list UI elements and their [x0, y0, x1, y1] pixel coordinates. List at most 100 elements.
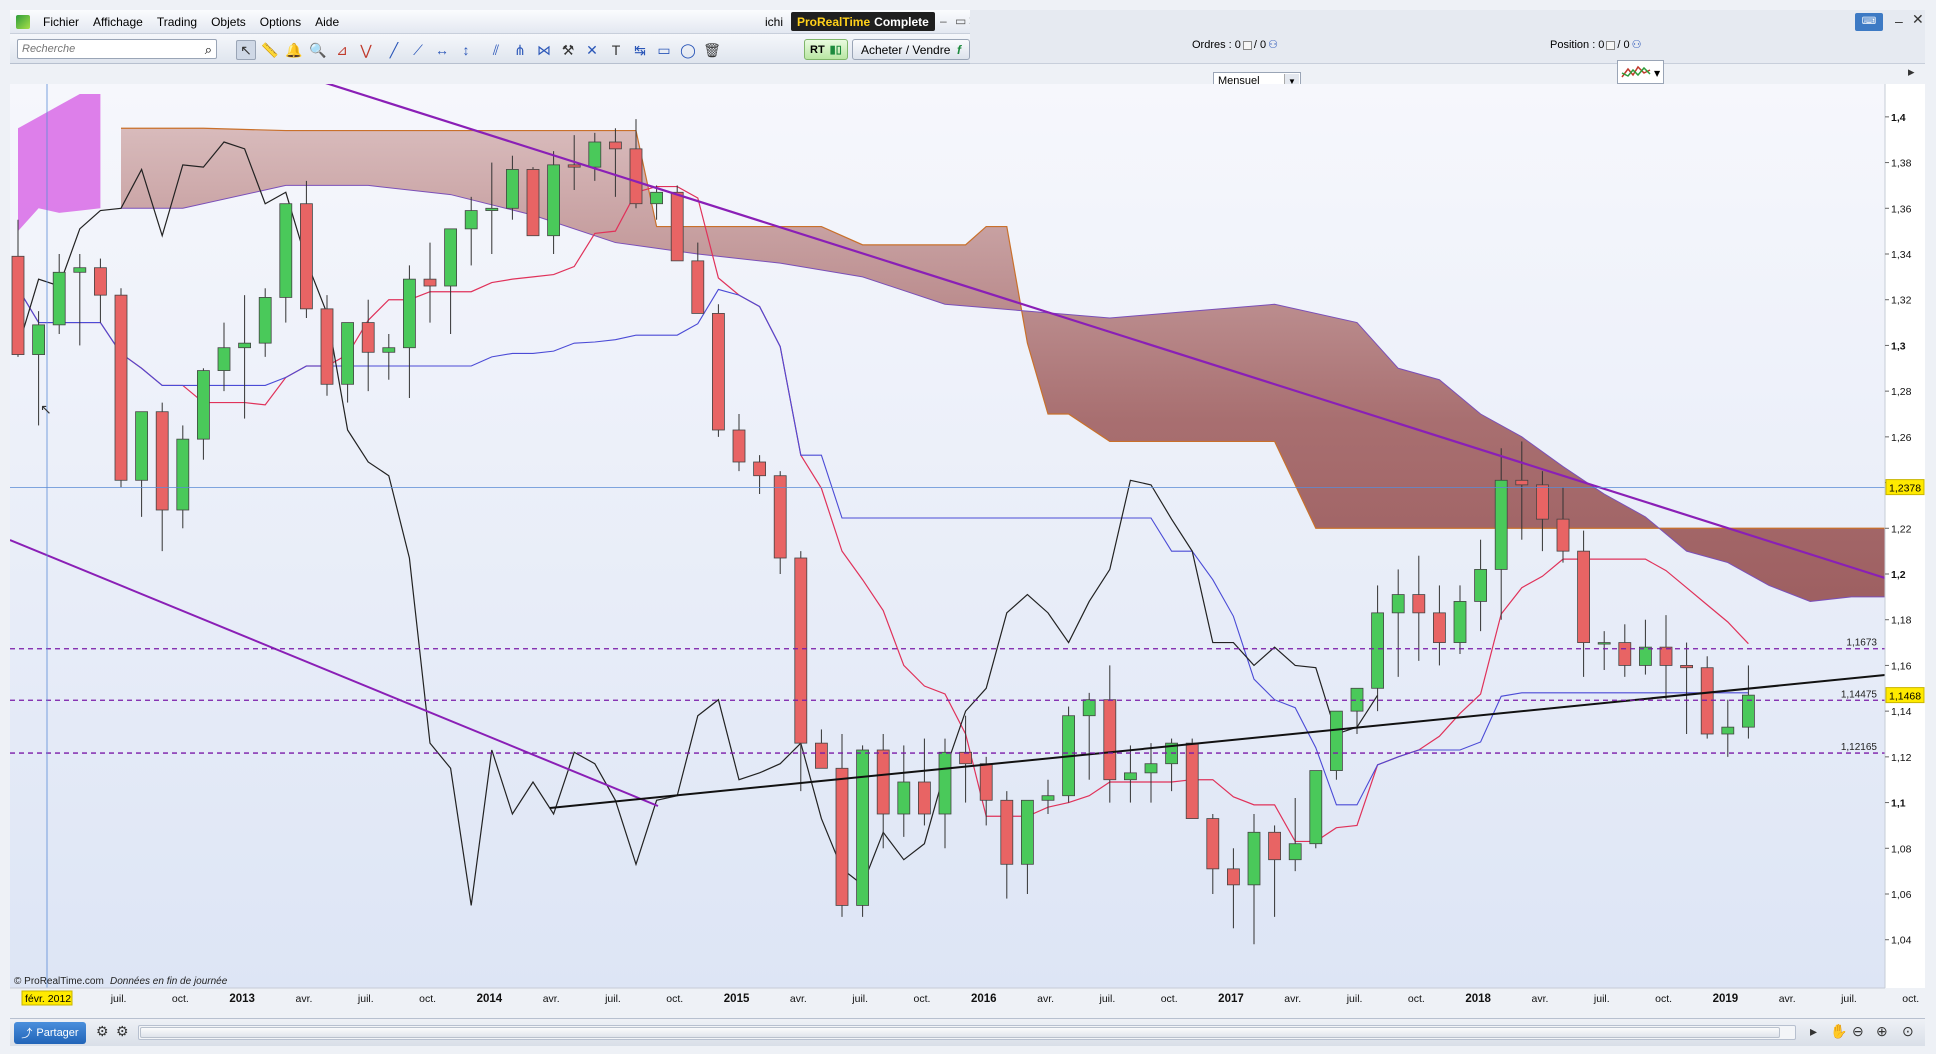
price-tick-label: 1,1 [1891, 798, 1906, 810]
arrows-icon[interactable]: ↹ [630, 40, 650, 60]
vertical-line-icon[interactable]: ↕ [456, 40, 476, 60]
candle-body [1391, 594, 1405, 614]
time-tick-label: oct. [1902, 993, 1919, 1005]
candle-body [299, 203, 313, 310]
restore-icon[interactable]: ▭ [955, 14, 966, 28]
candle-body [94, 267, 107, 296]
candle-body [959, 751, 972, 765]
menu-fichier[interactable]: Fichier [36, 15, 86, 29]
share-icon: ⤴ [21, 1028, 33, 1040]
menu-objets[interactable]: Objets [204, 15, 253, 29]
candle-body [567, 164, 581, 168]
search-box: ⌕ [17, 39, 217, 59]
candle-body [1680, 665, 1693, 669]
cross-lines-icon[interactable]: ✕ [582, 40, 602, 60]
share-button[interactable]: ⤴ Partager [14, 1022, 86, 1044]
position-label: Position : 0 [1550, 39, 1605, 51]
window-close-icon[interactable]: ✕ [1912, 11, 1924, 28]
candle-body [588, 141, 602, 168]
alert-bell-icon[interactable]: 🔔 [284, 40, 304, 60]
price-tick-label: 1,26 [1891, 432, 1912, 444]
candle-body [1412, 594, 1426, 614]
candle-body [1515, 479, 1529, 486]
menu-affichage[interactable]: Affichage [86, 15, 150, 29]
buy-sell-button[interactable]: Acheter / Vendre f [852, 39, 970, 60]
realtime-button[interactable]: RT ▮▯ [804, 39, 848, 60]
candle-body [1577, 550, 1590, 643]
chart-type-button[interactable]: ▼ [1617, 60, 1664, 84]
rectangle-icon[interactable]: ▭ [654, 40, 674, 60]
text-tool-icon[interactable]: T [606, 40, 626, 60]
candle-body [505, 169, 519, 209]
scroll-right-icon[interactable]: ▸ [1810, 1023, 1817, 1040]
time-tick-label: avr. [296, 993, 313, 1005]
candle-body [402, 278, 416, 349]
candle-body [258, 297, 272, 344]
window-minimize-icon[interactable]: – [1895, 13, 1903, 29]
scrollbar-thumb[interactable] [140, 1027, 1780, 1038]
cursor-date-label: févr. 2012 [25, 993, 71, 1005]
channel-icon[interactable]: ⫽ [486, 40, 506, 60]
ellipse-icon[interactable]: ◯ [678, 40, 698, 60]
realtime-chart-icon: ▮▯ [829, 44, 842, 56]
minimize-icon[interactable]: – [940, 14, 947, 28]
candle-body [773, 475, 787, 559]
candle-body [1185, 742, 1199, 819]
svg-text:▼: ▼ [1654, 69, 1661, 78]
hand-icon[interactable]: ✋ [1830, 1023, 1847, 1040]
orders-label: Ordres : 0 [1192, 39, 1241, 51]
time-tick-label: avr. [1532, 993, 1549, 1005]
candle-body [1288, 843, 1302, 861]
menu-trading[interactable]: Trading [150, 15, 204, 29]
price-tick-label: 1,04 [1891, 935, 1912, 947]
zoom-tool-icon[interactable]: 🔍 [308, 40, 328, 60]
chart-area[interactable]: 1,1673 1,14475 1,12165 ↖ 1,04 1,06 1,08 1,1 1,1… [10, 84, 1925, 1028]
zoom-in-icon[interactable]: ⊕ [1876, 1023, 1888, 1040]
chart-type-icon: ▼ [1621, 65, 1661, 78]
fibonacci-icon[interactable]: ⋁ [356, 40, 376, 60]
candle-body [1206, 818, 1220, 870]
gann-icon[interactable]: ⋈ [534, 40, 554, 60]
trendline-icon[interactable]: ╱ [384, 40, 404, 60]
candle-body [382, 347, 396, 353]
candle-body [485, 207, 499, 211]
time-tick-label: avr. [790, 993, 807, 1005]
candle-body [629, 148, 643, 205]
candle-body [856, 749, 869, 906]
candle-body [876, 749, 890, 815]
candle-body [1000, 799, 1014, 865]
price-chart[interactable]: 1,1673 1,14475 1,12165 ↖ 1,04 1,06 1,08 1,1 1,1… [10, 84, 1925, 1018]
settings-icon[interactable]: ⚙ [116, 1023, 129, 1040]
hammer-icon[interactable]: ⚒ [558, 40, 578, 60]
time-tick-label: juil. [851, 993, 868, 1005]
sync-icon[interactable]: ⚙ [96, 1023, 109, 1040]
menu-options[interactable]: Options [253, 15, 308, 29]
side-panel-toggle-icon[interactable]: ▸ [1908, 64, 1922, 86]
horizontal-line-icon[interactable]: ↔ [432, 40, 452, 60]
candle-body [732, 429, 746, 463]
zoom-fit-icon[interactable]: ⊙ [1902, 1023, 1914, 1040]
footer-bar: ⤴ Partager ⚙ ⚙ ▸ ✋ ⊖ ⊕ ⊙ [10, 1018, 1925, 1046]
ruler-tool-icon[interactable]: 📏 [260, 40, 280, 60]
delete-drawings-icon[interactable]: 🗑 [702, 40, 722, 60]
search-input[interactable] [18, 40, 188, 58]
fibonacci-fan-icon[interactable]: ⊿ [332, 40, 352, 60]
candle-body [155, 411, 169, 511]
pointer-tool-icon[interactable]: ↖ [236, 40, 256, 60]
candle-body [979, 763, 993, 801]
pitchfork-icon[interactable]: ⋔ [510, 40, 530, 60]
orders-counter[interactable]: Ordres : 0 / 0 ⚇ [1192, 38, 1278, 51]
zoom-out-icon[interactable]: ⊖ [1852, 1023, 1864, 1040]
ray-icon[interactable]: ⟋ [408, 40, 428, 60]
candle-body [1453, 601, 1467, 643]
search-icon[interactable]: ⌕ [205, 42, 212, 58]
position-counter[interactable]: Position : 0 / 0 ⚇ [1550, 38, 1642, 51]
time-tick-label: 2019 [1713, 993, 1739, 1005]
price-tick-label: 1,22 [1891, 523, 1912, 535]
keyboard-icon[interactable]: ⌨ [1855, 13, 1883, 31]
candle-body [1103, 699, 1117, 781]
buy-sell-icon: f [957, 42, 961, 57]
horizontal-scrollbar[interactable] [138, 1025, 1796, 1040]
level-label: 1,14475 [1841, 689, 1878, 700]
menu-aide[interactable]: Aide [308, 15, 346, 29]
